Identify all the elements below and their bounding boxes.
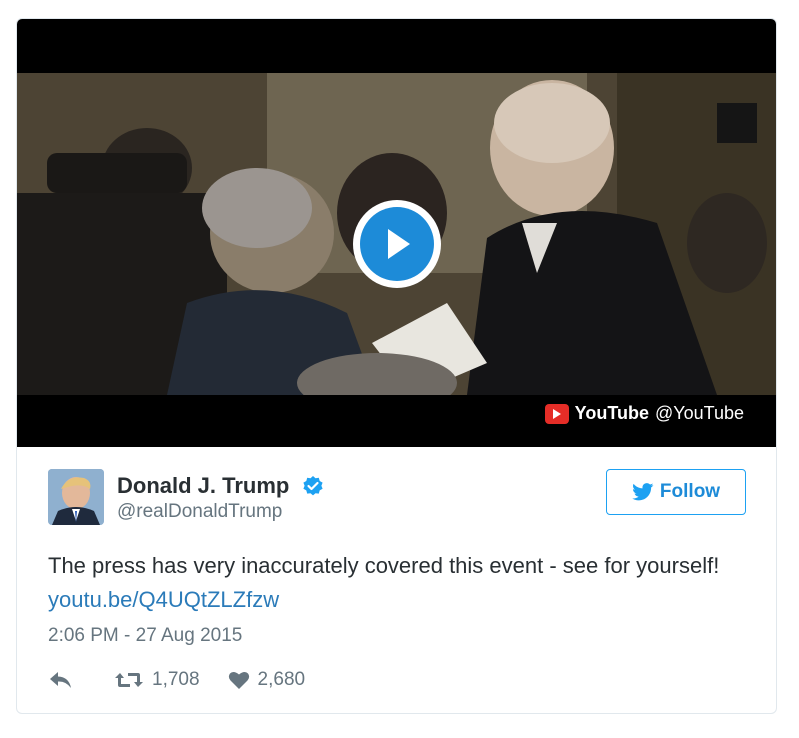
follow-label: Follow <box>659 481 721 502</box>
heart-icon <box>228 671 249 689</box>
tweet-link[interactable]: youtu.be/Q4UQtZLZfzw <box>48 587 279 612</box>
tweet-embed-card: YouTube @YouTube Donald J. Trump @realDo… <box>16 18 777 714</box>
youtube-brand-label: YouTube <box>574 403 649 423</box>
like-count: 2,680 <box>257 669 306 690</box>
play-icon <box>360 207 434 281</box>
tweet-text: The press has very inaccurately covered … <box>48 549 748 617</box>
tweet-actions: 1,708 2,680 <box>48 669 305 691</box>
tweet-body: Donald J. Trump @realDonaldTrump Follow … <box>17 447 776 713</box>
avatar[interactable] <box>48 469 104 525</box>
video-player[interactable]: YouTube @YouTube <box>17 19 776 447</box>
youtube-handle-label: @YouTube <box>654 403 744 423</box>
verified-badge-icon <box>302 475 324 497</box>
twitter-bird-icon <box>632 483 654 501</box>
tweet-timestamp[interactable]: 2:06 PM - 27 Aug 2015 <box>48 625 242 647</box>
author-handle[interactable]: @realDonaldTrump <box>117 501 324 523</box>
follow-button[interactable]: Follow <box>606 469 746 515</box>
tweet-text-body: The press has very inaccurately covered … <box>48 553 720 578</box>
retweet-count: 1,708 <box>152 669 200 690</box>
reply-button[interactable] <box>48 670 74 690</box>
retweet-icon <box>115 673 143 687</box>
reply-icon <box>50 672 71 688</box>
youtube-attribution[interactable]: YouTube @YouTube <box>544 403 744 424</box>
play-button[interactable] <box>353 200 441 288</box>
like-button[interactable]: 2,680 <box>228 669 306 691</box>
author-display-name[interactable]: Donald J. Trump <box>117 473 289 499</box>
youtube-logo-icon <box>544 403 569 424</box>
author-block: Donald J. Trump @realDonaldTrump <box>117 473 324 523</box>
retweet-button[interactable]: 1,708 <box>114 669 200 691</box>
